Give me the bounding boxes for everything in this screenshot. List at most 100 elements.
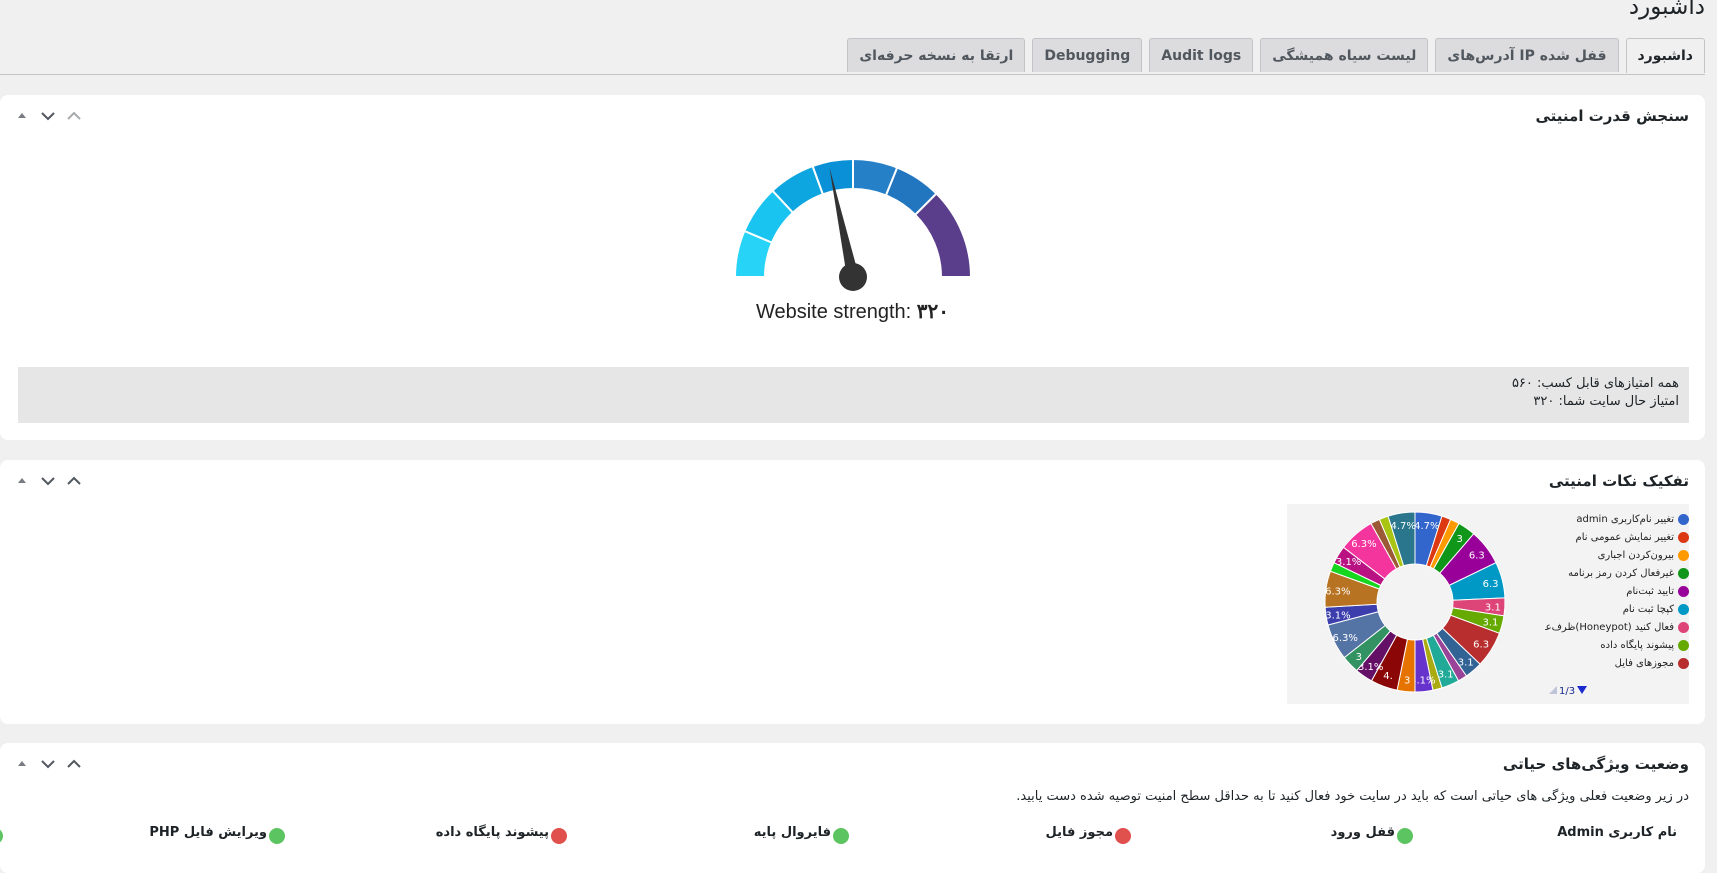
panel-title: تفکیک نکات امنیتی (1548, 472, 1689, 490)
slice-label: 3.1 (1483, 618, 1499, 629)
legend-swatch (1678, 639, 1689, 651)
panel-controls (12, 106, 84, 126)
legend-swatch (1678, 531, 1689, 543)
status-indicator (551, 828, 567, 844)
tab-divider (0, 74, 1705, 75)
strength-gauge (733, 157, 972, 291)
current-points-text: امتیاز حال سایت شما: ۳۲۰ (1533, 394, 1679, 409)
gauge-label: Website strength: ۳۲۰ (756, 299, 949, 324)
legend-swatch (1678, 621, 1689, 633)
legend-label: تایید ثبت‌نام (1626, 585, 1674, 597)
status-indicator (269, 828, 285, 844)
tab-5[interactable]: ارتقا به نسخه حرفه‌ای (847, 38, 1026, 72)
tab-4[interactable]: Debugging (1032, 38, 1143, 72)
slice-label: 6.3% (1325, 587, 1350, 598)
panel-header: تفکیک نکات امنیتی (0, 460, 1705, 500)
vital-item: مجوز فایل (833, 823, 1113, 847)
vital-label: نام کاربری Admin (1557, 825, 1677, 840)
vital-label: پیشوند پایگاه داده (435, 825, 549, 840)
legend-label: کپچا ثبت نام (1622, 603, 1674, 615)
breakdown-chart: 4.7% 3 6.3 6.3 3.1 3.1 6.3 3.1 3.1 3.1% 3 4. 3.1% 3 6.… (1287, 504, 1689, 704)
tab-3[interactable]: Audit logs (1149, 38, 1254, 72)
legend-swatch (1678, 549, 1689, 561)
vital-item: نام کاربری Admin (1397, 823, 1677, 847)
gauge-hub (838, 263, 867, 291)
chart-legend: تغییر نام‌کاربری admin تغییر نمایش عمومی … (1545, 510, 1689, 672)
status-indicator (0, 828, 3, 844)
legend-item[interactable]: کپچا ثبت نام (1545, 600, 1689, 618)
slice-label: 4. (1383, 671, 1393, 682)
vitals-list: نام کاربری Admin قفل ورود مجوز فایل فایروال… (0, 823, 1705, 847)
vital-label: ویرایش فایل PHP (149, 825, 267, 840)
legend-item[interactable]: بیرون‌کردن اجباری (1545, 546, 1689, 564)
tab-1[interactable]: آدرس‌های IP قفل شده (1435, 38, 1619, 72)
pager-next-icon[interactable] (1577, 686, 1588, 697)
legend-pager[interactable]: 1/3 (1549, 686, 1588, 697)
donut-chart: 4.7%36.36.33.13.16.33.13.13.1%34.3.1%36.… (1324, 511, 1506, 693)
status-indicator (833, 828, 849, 844)
vital-label: مجوز فایل (1045, 825, 1113, 840)
critical-features-panel: وضعیت ویژگی‌های حیاتی در زیر وضعیت فعلی … (0, 743, 1705, 873)
gauge-label-text: Website strength: (755, 301, 912, 323)
legend-label: بیرون‌کردن اجباری (1597, 549, 1674, 561)
slice-label: 3 (1457, 534, 1463, 545)
tab-2[interactable]: لیست سیاه همیشگی (1260, 38, 1429, 72)
slice-label: 6.3 (1483, 579, 1499, 590)
chevron-up-icon[interactable] (64, 754, 84, 774)
status-indicator (1115, 828, 1131, 844)
slice-label: 3.1% (1336, 557, 1361, 568)
chevron-up-icon[interactable] (64, 106, 84, 126)
legend-item[interactable]: غیرفعال کردن رمز برنامه (1545, 564, 1689, 582)
vital-item: قفل ورود (1115, 823, 1395, 847)
tab-0[interactable]: داشبورد (1625, 38, 1705, 73)
move-up-icon[interactable] (12, 471, 32, 491)
chevron-up-icon[interactable] (64, 471, 84, 491)
vital-item: پیشوند پایگاه داده (269, 823, 549, 847)
legend-swatch (1678, 585, 1689, 597)
chevron-down-icon[interactable] (38, 106, 58, 126)
legend-label: پیشوند پایگاه داده (1600, 639, 1674, 651)
chevron-down-icon[interactable] (38, 754, 58, 774)
security-breakdown-panel: تفکیک نکات امنیتی 4.7% 3 6.3 6.3 3.1 3.1 6.3 3.… (0, 460, 1705, 724)
move-up-icon[interactable] (12, 106, 32, 126)
legend-item[interactable]: پیشوند پایگاه داده (1545, 636, 1689, 654)
slice-label: 6.3 (1473, 639, 1489, 650)
gauge-segment (913, 192, 972, 278)
slice-label: 3.1% (1325, 610, 1350, 621)
panel-title: وضعیت ویژگی‌های حیاتی (1502, 755, 1689, 773)
legend-swatch (1678, 567, 1689, 579)
vital-label: قفل ورود (1330, 825, 1395, 840)
tab-bar: داشبورد آدرس‌های IP قفل شده لیست سیاه همیش… (847, 38, 1705, 73)
panel-controls (12, 754, 84, 774)
gauge: Website strength: ۳۲۰ (0, 145, 1705, 324)
legend-item[interactable]: تغییر نمایش عمومی نام (1545, 528, 1689, 546)
gauge-value: ۳۲۰ (916, 301, 950, 323)
vital-item: ویرایش فایل PHP (0, 823, 267, 847)
slice-label: 3 (1404, 676, 1410, 687)
legend-label: تغییر نام‌کاربری admin (1576, 513, 1674, 525)
slice-label: 3 (1356, 652, 1362, 663)
chevron-down-icon[interactable] (38, 471, 58, 491)
security-strength-panel: سنجش قدرت امنیتی Website strength: ۳۲۰ ه… (0, 95, 1705, 440)
move-up-icon[interactable] (12, 754, 32, 774)
panel-controls (12, 471, 84, 491)
slice-label: 4.7% (1390, 521, 1415, 532)
pager-prev-icon[interactable] (1549, 686, 1557, 697)
slice-label: 3.1 (1485, 602, 1501, 613)
legend-item[interactable]: تغییر نام‌کاربری admin (1545, 510, 1689, 528)
status-indicator (1397, 828, 1413, 844)
legend-item[interactable]: فعال کنید (Honeypot)ظرف‌عسل (1545, 618, 1689, 636)
score-summary: همه امتیازهای قابل کسب: ۵۶۰ امتیاز حال س… (18, 367, 1689, 423)
vital-label: فایروال پایه (753, 825, 831, 840)
legend-swatch (1678, 603, 1689, 615)
panel-header: سنجش قدرت امنیتی (0, 95, 1705, 135)
slice-label: 6.3 (1469, 550, 1485, 561)
legend-label: غیرفعال کردن رمز برنامه (1568, 567, 1674, 579)
legend-item[interactable]: مجوزهای فایل (1545, 654, 1689, 672)
slice-label: 3.1 (1438, 670, 1454, 681)
legend-label: تغییر نمایش عمومی نام (1575, 531, 1674, 543)
pager-text: 1/3 (1559, 686, 1576, 697)
legend-label: مجوزهای فایل (1614, 657, 1674, 669)
legend-item[interactable]: تایید ثبت‌نام (1545, 582, 1689, 600)
panel-title: سنجش قدرت امنیتی (1535, 107, 1689, 125)
